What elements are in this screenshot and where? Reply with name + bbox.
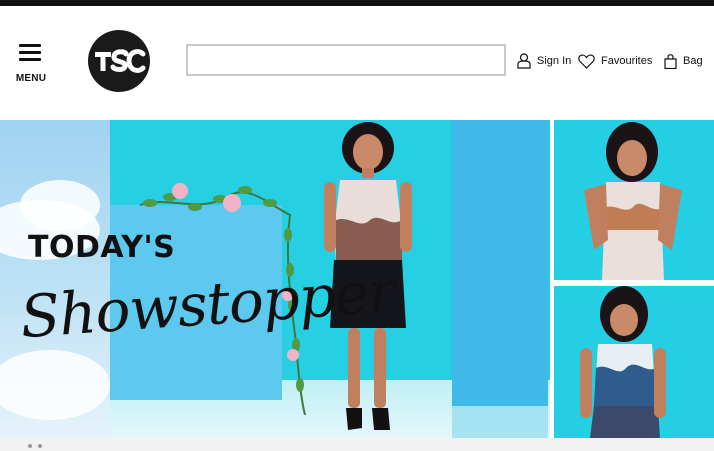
- bag-link[interactable]: Bag: [664, 50, 703, 72]
- user-icon: [517, 53, 531, 69]
- menu-label: MENU: [15, 73, 47, 84]
- side-product-image-bottom[interactable]: [554, 286, 714, 438]
- heart-icon: [578, 53, 595, 69]
- hamburger-icon: [19, 44, 41, 62]
- bag-label: Bag: [683, 55, 703, 67]
- content-divider: [0, 438, 714, 451]
- hero-headline: TODAY'S: [28, 230, 176, 265]
- tsc-logo[interactable]: [88, 30, 150, 92]
- carousel-indicator[interactable]: [38, 444, 42, 448]
- favourites-link[interactable]: Favourites: [578, 50, 652, 72]
- sign-in-label: Sign In: [537, 55, 572, 67]
- search-input[interactable]: [186, 44, 506, 76]
- hero-banner[interactable]: TODAY'S Showstopper™: [0, 120, 550, 438]
- logo-mark: [95, 49, 146, 73]
- bag-icon: [664, 53, 677, 69]
- right-block-base: [452, 406, 548, 438]
- side-product-image-top[interactable]: [554, 120, 714, 280]
- model-photo-top: [584, 122, 682, 280]
- menu-button[interactable]: MENU: [12, 42, 50, 88]
- right-block: [452, 120, 548, 406]
- favourites-label: Favourites: [601, 55, 653, 67]
- model-photo-bottom: [580, 286, 666, 438]
- carousel-indicator[interactable]: [28, 444, 32, 448]
- sign-in-link[interactable]: Sign In: [517, 50, 571, 72]
- top-bar: [0, 0, 714, 6]
